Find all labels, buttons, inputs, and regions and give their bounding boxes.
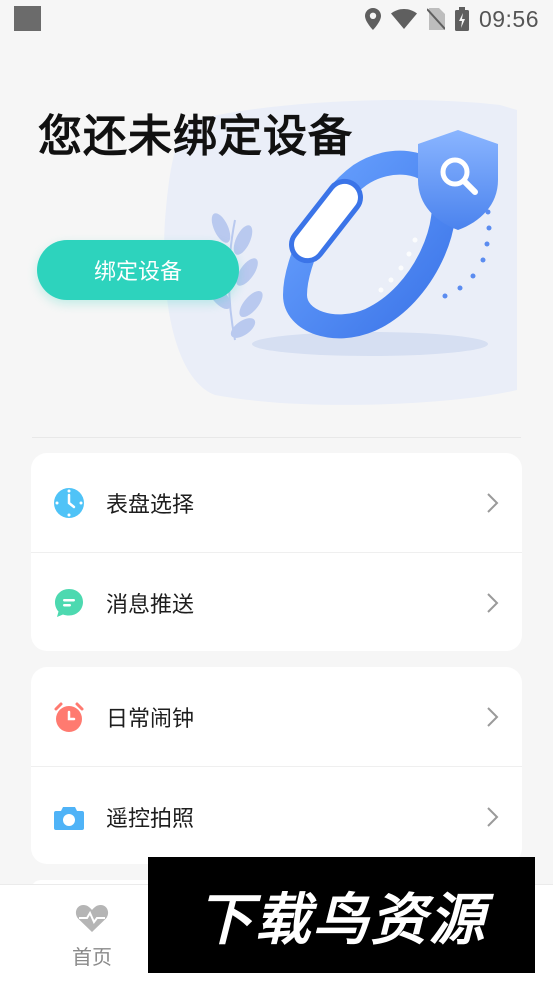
message-icon bbox=[53, 587, 85, 619]
alarm-clock-icon bbox=[53, 701, 85, 733]
menu-item-label: 遥控拍照 bbox=[106, 806, 195, 832]
bind-device-button[interactable]: 绑定设备 bbox=[37, 240, 239, 300]
watch-face-icon bbox=[53, 487, 85, 519]
menu-item-remote-camera[interactable]: 遥控拍照 bbox=[31, 766, 522, 864]
battery-charging-icon bbox=[454, 7, 469, 31]
chevron-right-icon bbox=[487, 806, 499, 827]
menu-item-alarm[interactable]: 日常闹钟 bbox=[31, 667, 522, 766]
wifi-icon bbox=[390, 9, 417, 29]
menu-item-label: 表盘选择 bbox=[106, 492, 195, 518]
chevron-right-icon bbox=[487, 492, 499, 513]
location-icon bbox=[364, 8, 381, 30]
watermark-text: 下载鸟资源 bbox=[196, 887, 487, 953]
camera-icon bbox=[53, 801, 85, 833]
heart-pulse-icon bbox=[75, 905, 109, 932]
tab-home-label: 首页 bbox=[72, 945, 112, 969]
watermark: 下载鸟资源 bbox=[148, 857, 535, 973]
page-title: 您还未绑定设备 bbox=[38, 111, 353, 162]
chevron-right-icon bbox=[487, 592, 499, 613]
no-sim-icon bbox=[426, 8, 445, 30]
status-icons: 09:56 bbox=[364, 5, 539, 33]
menu-item-message-push[interactable]: 消息推送 bbox=[31, 552, 522, 651]
clock-time: 09:56 bbox=[478, 5, 539, 32]
menu-item-label: 日常闹钟 bbox=[106, 706, 195, 732]
chevron-right-icon bbox=[487, 706, 499, 727]
tab-home[interactable]: 首页 bbox=[55, 903, 129, 973]
status-bar: 09:56 bbox=[0, 0, 553, 38]
hero-section: 您还未绑定设备 绑定设备 bbox=[0, 60, 553, 420]
menu-card: 日常闹钟 遥控拍照 bbox=[31, 667, 522, 864]
divider bbox=[32, 437, 521, 438]
notification-icon bbox=[14, 6, 41, 31]
menu-item-watch-face[interactable]: 表盘选择 bbox=[31, 453, 522, 552]
menu-item-label: 消息推送 bbox=[106, 592, 195, 618]
menu-card: 表盘选择 消息推送 bbox=[31, 453, 522, 651]
